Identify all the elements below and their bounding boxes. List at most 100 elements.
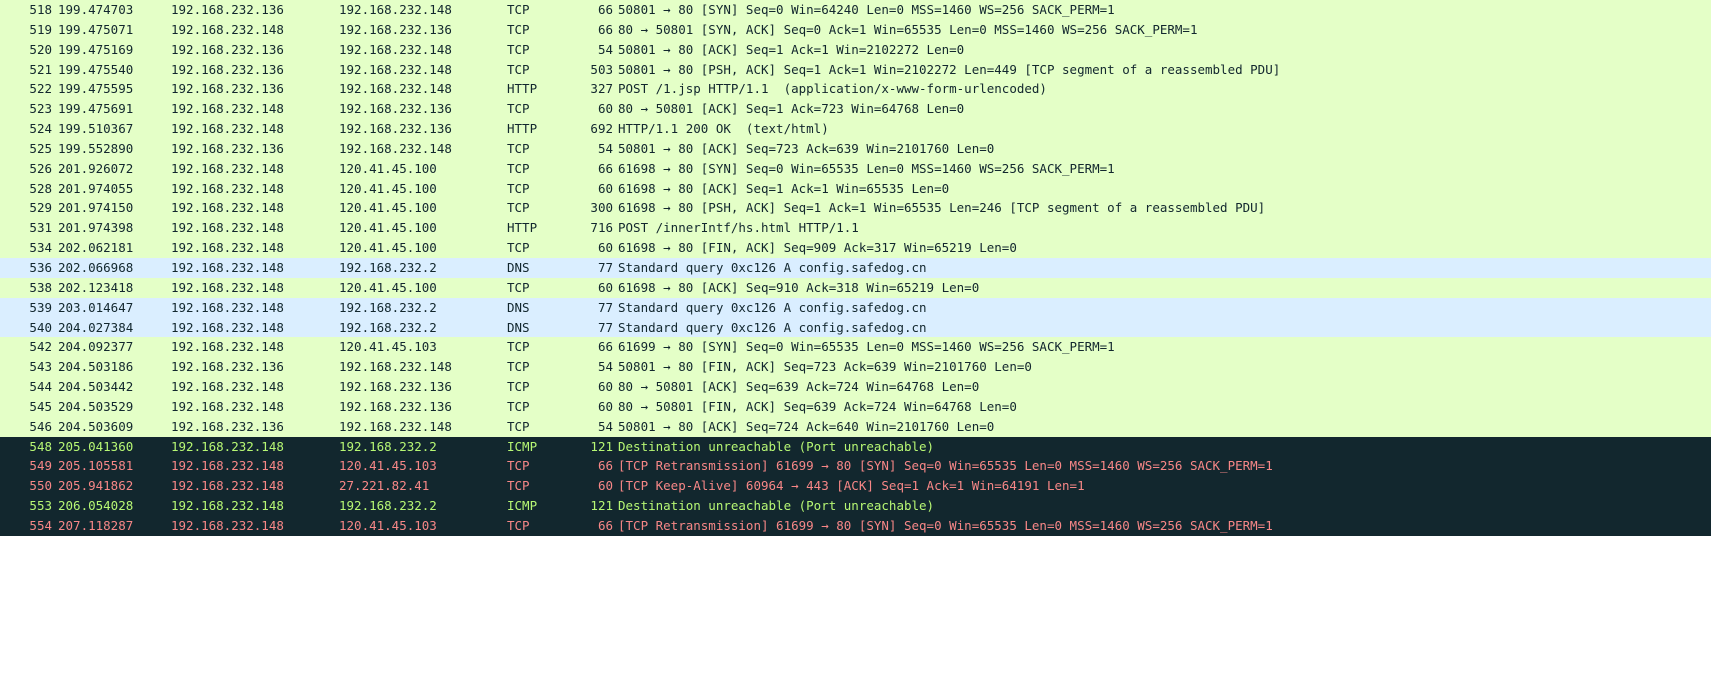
packet-destination: 192.168.232.2 <box>339 498 437 514</box>
packet-row[interactable]: 545 204.503529 192.168.232.148 192.168.2… <box>0 396 1711 417</box>
packet-info: 50801 → 80 [FIN, ACK] Seq=723 Ack=639 Wi… <box>618 359 1032 375</box>
packet-number: 522 <box>29 81 52 97</box>
packet-row[interactable]: 548 205.041360 192.168.232.148 192.168.2… <box>0 436 1711 457</box>
packet-source: 192.168.232.148 <box>171 259 284 275</box>
packet-info: 50801 → 80 [ACK] Seq=1 Ack=1 Win=2102272… <box>618 41 965 57</box>
packet-row[interactable]: 549 205.105581 192.168.232.148 120.41.45… <box>0 456 1711 477</box>
packet-info: 50801 → 80 [SYN] Seq=0 Win=64240 Len=0 M… <box>618 2 1115 17</box>
packet-info: 80 → 50801 [ACK] Seq=639 Ack=724 Win=647… <box>618 379 980 395</box>
packet-time: 199.552890 <box>58 140 134 156</box>
packet-info: Standard query 0xc126 A config.safedog.c… <box>618 299 927 315</box>
packet-number: 524 <box>29 121 52 137</box>
packet-length: 54 <box>597 140 613 156</box>
packet-length: 60 <box>597 379 613 395</box>
packet-number: 520 <box>29 41 52 57</box>
packet-info: [TCP Keep-Alive] 60964 → 443 [ACK] Seq=1… <box>618 478 1085 494</box>
packet-number: 534 <box>29 240 52 256</box>
packet-number: 540 <box>29 319 52 335</box>
packet-destination: 192.168.232.148 <box>339 418 452 434</box>
packet-source: 192.168.232.136 <box>171 2 284 17</box>
packet-row[interactable]: 528 201.974055 192.168.232.148 120.41.45… <box>0 178 1711 199</box>
packet-row[interactable]: 542 204.092377 192.168.232.148 120.41.45… <box>0 337 1711 358</box>
packet-length: 66 <box>597 458 613 474</box>
packet-length: 77 <box>597 299 613 315</box>
packet-row[interactable]: 540 204.027384 192.168.232.148 192.168.2… <box>0 317 1711 338</box>
packet-destination: 192.168.232.136 <box>339 379 452 395</box>
packet-info: [TCP Retransmission] 61699 → 80 [SYN] Se… <box>618 517 1273 533</box>
packet-row[interactable]: 524 199.510367 192.168.232.148 192.168.2… <box>0 119 1711 139</box>
packet-source: 192.168.232.148 <box>171 21 284 37</box>
packet-info: POST /innerIntf/hs.html HTTP/1.1 <box>618 220 859 236</box>
packet-number: 546 <box>29 418 52 434</box>
packet-destination: 120.41.45.100 <box>339 279 437 295</box>
packet-destination: 192.168.232.148 <box>339 2 452 17</box>
packet-source: 192.168.232.148 <box>171 339 284 355</box>
packet-row[interactable]: 553 206.054028 192.168.232.148 192.168.2… <box>0 496 1711 516</box>
packet-row[interactable]: 539 203.014647 192.168.232.148 192.168.2… <box>0 297 1711 318</box>
packet-info: 80 → 50801 [ACK] Seq=1 Ack=723 Win=64768… <box>618 101 965 117</box>
packet-row[interactable]: 543 204.503186 192.168.232.136 192.168.2… <box>0 357 1711 378</box>
packet-row[interactable]: 554 207.118287 192.168.232.148 120.41.45… <box>0 515 1711 536</box>
packet-length: 60 <box>597 398 613 414</box>
packet-number: 525 <box>29 140 52 156</box>
packet-time: 205.041360 <box>58 438 134 454</box>
packet-destination: 192.168.232.2 <box>339 259 437 275</box>
packet-row[interactable]: 531 201.974398 192.168.232.148 120.41.45… <box>0 218 1711 239</box>
packet-list[interactable]: 518 199.474703 192.168.232.136 192.168.2… <box>0 0 1711 536</box>
packet-time: 202.062181 <box>58 240 134 256</box>
packet-length: 54 <box>597 359 613 375</box>
packet-source: 192.168.232.148 <box>171 438 284 454</box>
packet-row[interactable]: 546 204.503609 192.168.232.136 192.168.2… <box>0 416 1711 437</box>
packet-row[interactable]: 522 199.475595 192.168.232.136 192.168.2… <box>0 79 1711 100</box>
packet-row[interactable]: 525 199.552890 192.168.232.136 192.168.2… <box>0 138 1711 159</box>
packet-length: 77 <box>597 259 613 275</box>
packet-time: 201.974398 <box>58 220 134 236</box>
packet-length: 60 <box>597 180 613 196</box>
packet-source: 192.168.232.148 <box>171 279 284 295</box>
packet-row[interactable]: 536 202.066968 192.168.232.148 192.168.2… <box>0 257 1711 278</box>
packet-source: 192.168.232.136 <box>171 140 284 156</box>
packet-row[interactable]: 550 205.941862 192.168.232.148 27.221.82… <box>0 476 1711 497</box>
packet-time: 204.503529 <box>58 398 134 414</box>
packet-time: 204.503609 <box>58 418 134 434</box>
packet-length: 60 <box>597 279 613 295</box>
packet-number: 542 <box>29 339 52 355</box>
packet-row[interactable]: 518 199.474703 192.168.232.136 192.168.2… <box>0 0 1711 20</box>
packet-number: 523 <box>29 101 52 117</box>
packet-row[interactable]: 544 204.503442 192.168.232.148 192.168.2… <box>0 377 1711 397</box>
packet-source: 192.168.232.148 <box>171 240 284 256</box>
packet-row[interactable]: 526 201.926072 192.168.232.148 120.41.45… <box>0 158 1711 179</box>
packet-info: Destination unreachable (Port unreachabl… <box>618 438 935 454</box>
packet-time: 199.475691 <box>58 101 134 117</box>
packet-info: 61698 → 80 [ACK] Seq=1 Ack=1 Win=65535 L… <box>618 180 950 196</box>
packet-row[interactable]: 534 202.062181 192.168.232.148 120.41.45… <box>0 238 1711 258</box>
packet-row[interactable]: 523 199.475691 192.168.232.148 192.168.2… <box>0 99 1711 120</box>
packet-destination: 120.41.45.100 <box>339 180 437 196</box>
packet-length: 66 <box>597 517 613 533</box>
packet-length: 300 <box>590 200 613 216</box>
packet-time: 207.118287 <box>58 517 134 533</box>
packet-destination: 192.168.232.148 <box>339 359 452 375</box>
packet-number: 531 <box>29 220 52 236</box>
packet-row[interactable]: 538 202.123418 192.168.232.148 120.41.45… <box>0 277 1711 298</box>
packet-destination: 120.41.45.100 <box>339 240 437 256</box>
packet-number: 544 <box>29 379 52 395</box>
packet-info: 61698 → 80 [SYN] Seq=0 Win=65535 Len=0 M… <box>618 160 1115 176</box>
packet-source: 192.168.232.136 <box>171 359 284 375</box>
packet-time: 201.974055 <box>58 180 134 196</box>
packet-row[interactable]: 519 199.475071 192.168.232.148 192.168.2… <box>0 19 1711 40</box>
packet-destination: 120.41.45.103 <box>339 458 437 474</box>
packet-time: 199.474703 <box>58 2 134 17</box>
packet-number: 539 <box>29 299 52 315</box>
packet-destination: 120.41.45.100 <box>339 200 437 216</box>
packet-info: [TCP Retransmission] 61699 → 80 [SYN] Se… <box>618 458 1273 474</box>
packet-destination: 120.41.45.103 <box>339 339 437 355</box>
packet-length: 77 <box>597 319 613 335</box>
packet-number: 538 <box>29 279 52 295</box>
packet-row[interactable]: 529 201.974150 192.168.232.148 120.41.45… <box>0 198 1711 219</box>
packet-row[interactable]: 521 199.475540 192.168.232.136 192.168.2… <box>0 59 1711 80</box>
packet-length: 66 <box>597 160 613 176</box>
packet-row[interactable]: 520 199.475169 192.168.232.136 192.168.2… <box>0 39 1711 60</box>
packet-length: 692 <box>590 121 613 137</box>
packet-source: 192.168.232.148 <box>171 379 284 395</box>
